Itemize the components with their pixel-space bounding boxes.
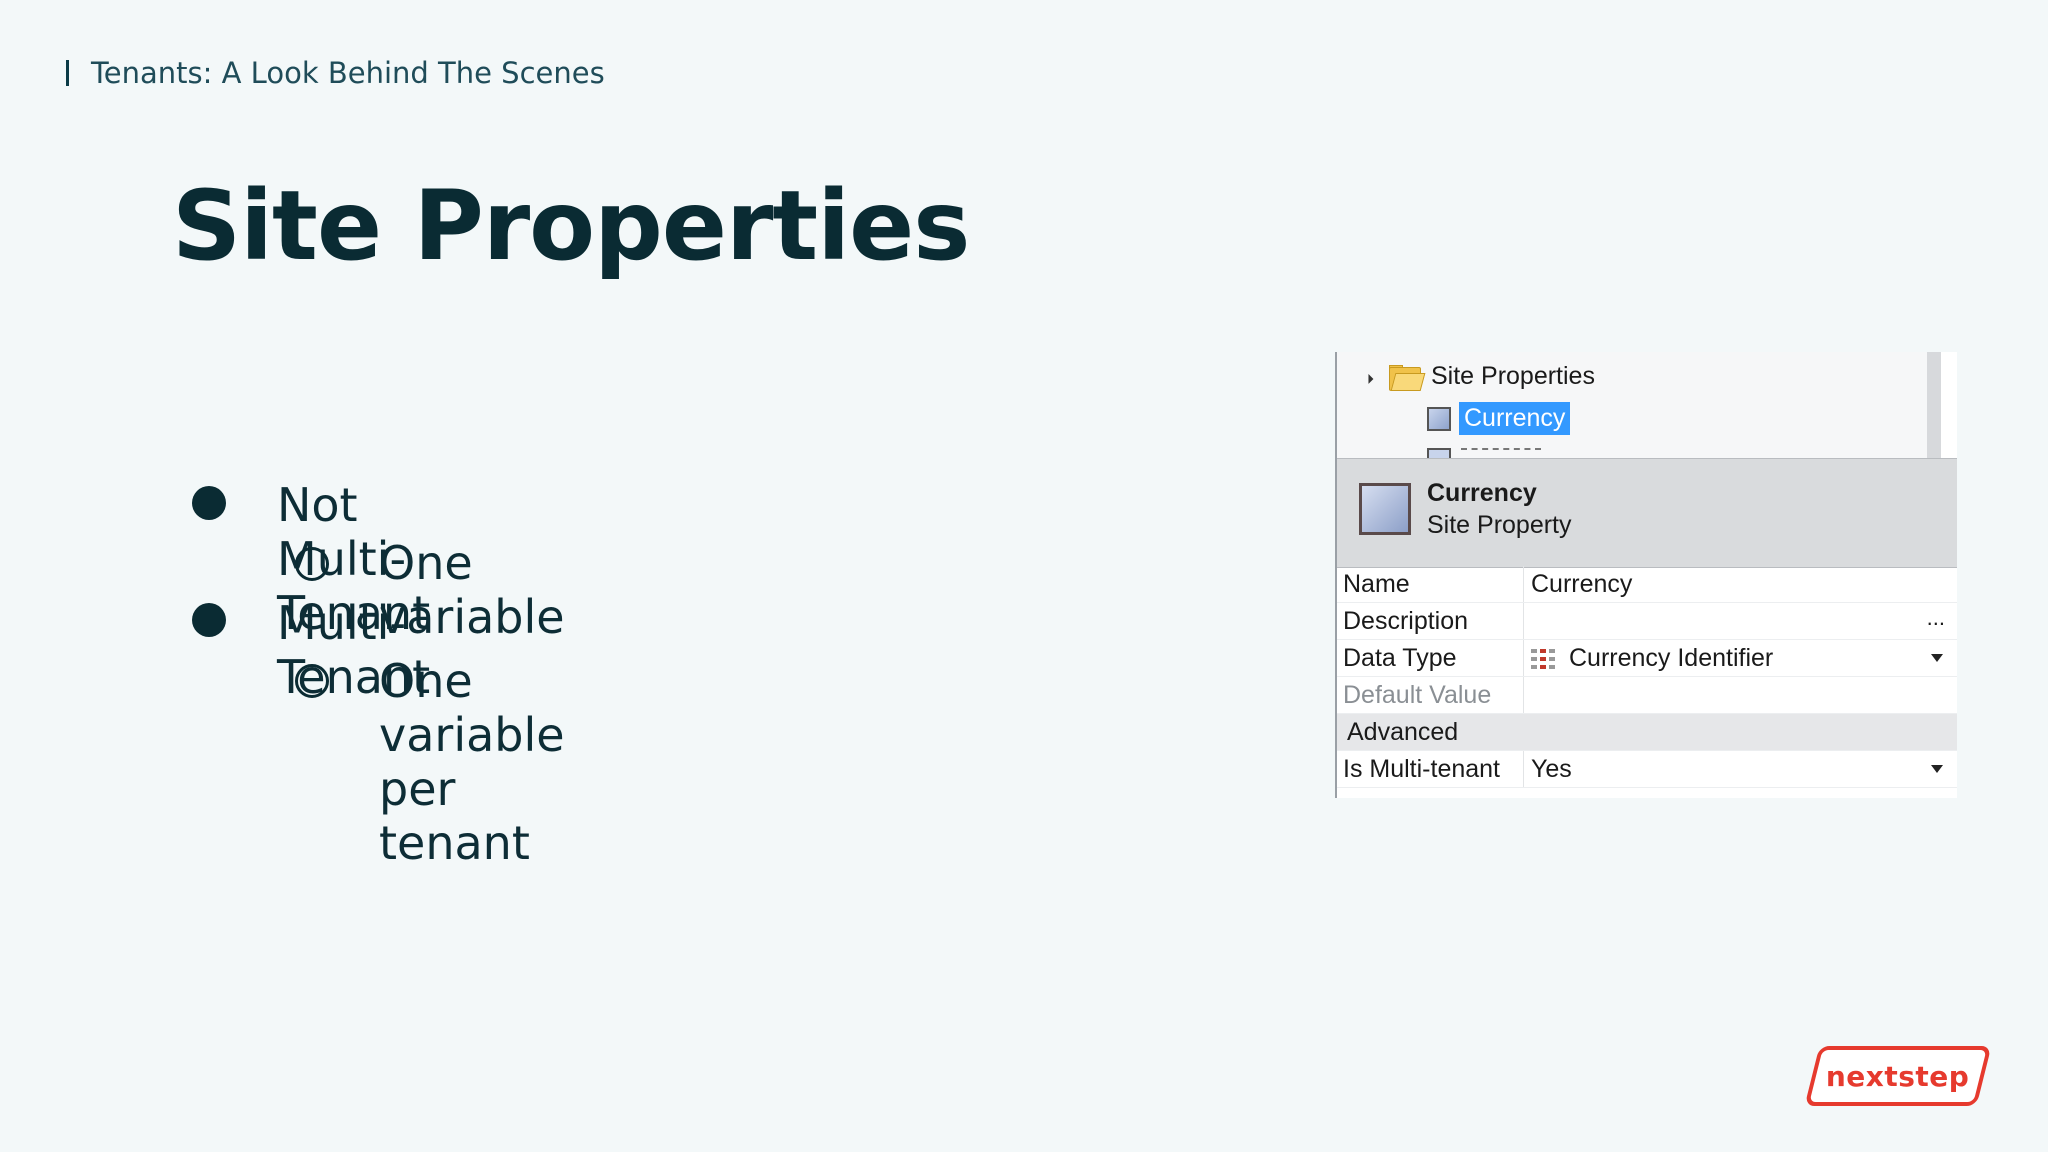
property-value-container[interactable]: Currency Identifier bbox=[1531, 644, 1773, 673]
breadcrumb-text: Tenants: A Look Behind The Scenes bbox=[91, 56, 605, 90]
property-label: Default Value bbox=[1343, 681, 1492, 709]
property-row-name[interactable]: Name Currency bbox=[1337, 566, 1957, 603]
breadcrumb: Tenants: A Look Behind The Scenes bbox=[66, 56, 605, 90]
ellipsis-button[interactable]: ... bbox=[1927, 605, 1945, 631]
tree-item-currency[interactable]: Currency bbox=[1427, 402, 1571, 435]
logo-text: nextstep bbox=[1826, 1059, 1970, 1093]
sub-bullet-item: One variable per tenant bbox=[379, 654, 565, 870]
slide: Tenants: A Look Behind The Scenes Site P… bbox=[0, 0, 2048, 1152]
bullet-dot-filled bbox=[192, 603, 226, 637]
header-element-type: Site Property bbox=[1427, 511, 1572, 539]
property-value[interactable]: Yes bbox=[1531, 755, 1572, 784]
tree-folder-row[interactable]: Site Properties bbox=[1358, 362, 1595, 391]
property-label: Name bbox=[1343, 570, 1410, 598]
property-row-description[interactable]: Description ... bbox=[1337, 603, 1957, 640]
tree-item-partial[interactable] bbox=[1427, 448, 1545, 458]
element-tree: Site Properties Currency bbox=[1337, 352, 1941, 458]
properties-grid: Name Currency Description ... Data Type bbox=[1337, 566, 1957, 788]
slide-title: Site Properties bbox=[172, 170, 970, 282]
tree-scrollbar[interactable] bbox=[1927, 352, 1941, 458]
tree-folder-label: Site Properties bbox=[1431, 362, 1595, 390]
bullet-dot-open bbox=[295, 664, 329, 698]
breadcrumb-bar bbox=[66, 60, 69, 86]
dropdown-arrow-icon[interactable] bbox=[1931, 765, 1943, 773]
site-property-icon bbox=[1427, 448, 1451, 458]
property-row-data-type[interactable]: Data Type Currency Identifier bbox=[1337, 640, 1957, 677]
property-label: Is Multi-tenant bbox=[1343, 755, 1501, 783]
folder-open-icon bbox=[1389, 364, 1426, 391]
bullet-dot-filled bbox=[192, 486, 226, 520]
property-label: Data Type bbox=[1343, 644, 1457, 672]
properties-header: Currency Site Property bbox=[1337, 458, 1957, 568]
nextstep-logo: nextstep bbox=[1804, 1046, 1992, 1106]
identifier-grid-icon bbox=[1531, 648, 1559, 669]
property-value: Currency Identifier bbox=[1569, 644, 1774, 672]
site-property-icon bbox=[1427, 406, 1451, 431]
section-advanced[interactable]: Advanced bbox=[1337, 714, 1957, 751]
bullet-dot-open bbox=[295, 547, 329, 581]
site-property-large-icon bbox=[1359, 483, 1411, 535]
property-row-default-value[interactable]: Default Value bbox=[1337, 677, 1957, 714]
section-label: Advanced bbox=[1347, 718, 1459, 746]
tree-item-label: Currency bbox=[1459, 402, 1571, 435]
dropdown-arrow-icon[interactable] bbox=[1931, 654, 1943, 662]
collapse-arrow-icon[interactable] bbox=[1358, 369, 1374, 384]
header-element-name: Currency bbox=[1427, 479, 1537, 507]
properties-panel-screenshot: Site Properties Currency Currency Site P… bbox=[1335, 352, 1957, 798]
property-label: Description bbox=[1343, 607, 1469, 635]
property-row-is-multi-tenant[interactable]: Is Multi-tenant Yes bbox=[1337, 751, 1957, 788]
property-value[interactable]: Currency bbox=[1531, 570, 1632, 599]
